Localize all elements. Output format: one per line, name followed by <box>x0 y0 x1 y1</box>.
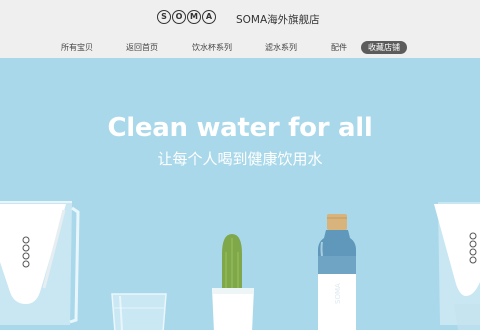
glass-water-bottle-image: SOMA <box>318 214 356 330</box>
logo-letter-s: S <box>157 10 171 24</box>
nav-home[interactable]: 返回首页 <box>126 42 158 54</box>
banner-headline: Clean water for all <box>107 113 373 143</box>
soma-logo[interactable]: S O M A <box>157 10 216 24</box>
nav-drinking-bottles[interactable]: 饮水杯系列 <box>192 42 232 54</box>
filter-pitcher-right-image <box>434 202 480 330</box>
store-nav: 所有宝贝 返回首页 饮水杯系列 滤水系列 配件 收藏店铺 <box>0 41 480 54</box>
logo-letter-a: A <box>202 10 216 24</box>
water-glass-image <box>111 293 167 330</box>
hero-banner[interactable]: Clean water for all 让每个人喝到健康饮用水 SOMA <box>0 58 480 330</box>
logo-letter-o: O <box>172 10 186 24</box>
svg-text:SOMA: SOMA <box>334 283 342 304</box>
filter-pitcher-left-image <box>0 201 80 325</box>
store-name: SOMA海外旗舰店 <box>236 14 320 26</box>
cactus-plant-image <box>212 234 254 330</box>
logo-letter-m: M <box>187 10 201 24</box>
nav-all-items[interactable]: 所有宝贝 <box>61 42 93 54</box>
banner-subline: 让每个人喝到健康饮用水 <box>157 150 323 168</box>
store-header: S O M A SOMA海外旗舰店 所有宝贝 返回首页 饮水杯系列 滤水系列 配… <box>0 0 480 58</box>
nav-accessories[interactable]: 配件 <box>331 42 347 54</box>
favorite-store-button[interactable]: 收藏店铺 <box>361 41 407 54</box>
nav-filter-series[interactable]: 滤水系列 <box>265 42 297 54</box>
